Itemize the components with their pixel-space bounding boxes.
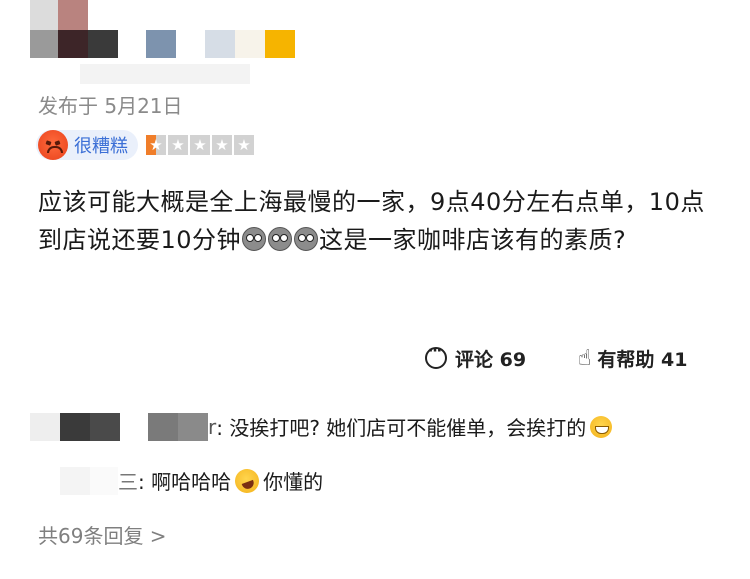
view-all-replies-link[interactable]: 共69条回复 >: [38, 520, 167, 549]
reply-text: : 没挨打吧? 她们店可不能催单，会挨打的: [216, 416, 587, 440]
reply-item[interactable]: 三 : 啊哈哈哈 你懂的: [0, 465, 324, 496]
blurred-username-fade: [80, 64, 250, 84]
angry-face-icon: [38, 130, 68, 160]
rating-row: 很糟糕 ★ ★ ★ ★ ★: [36, 128, 254, 162]
shocked-face-emoji-icon: [268, 227, 293, 251]
shocked-face-emoji-icon: [242, 227, 267, 251]
helpful-button[interactable]: ☝ 有帮助 41: [578, 343, 687, 373]
rating-badge: 很糟糕: [36, 130, 138, 160]
reply-author-suffix: r: [208, 414, 217, 439]
comment-count: 评论 69: [455, 348, 527, 371]
reply-text: : 啊哈哈哈: [138, 470, 232, 494]
review-body: 应该可能大概是全上海最慢的一家，9点40分左右点单，10点到店说还要10分钟 这是…: [38, 183, 718, 259]
rating-label: 很糟糕: [74, 136, 128, 157]
helpful-count: 有帮助 41: [597, 348, 688, 371]
thumbs-up-hand-icon: ☝: [578, 345, 592, 371]
reply-item[interactable]: r : 没挨打吧? 她们店可不能催单，会挨打的: [0, 412, 613, 441]
blurred-avatar[interactable]: [30, 0, 295, 60]
star-icon-empty: ★: [212, 135, 232, 155]
publish-date: 发布于 5月21日: [38, 94, 183, 118]
shocked-face-emoji-icon: [294, 227, 319, 251]
star-icon-empty: ★: [190, 135, 210, 155]
comment-button[interactable]: 评论 69: [425, 343, 526, 373]
star-icon-empty: ★: [234, 135, 254, 155]
reply-author-suffix: 三: [118, 470, 138, 494]
grinning-sweat-emoji-icon: [590, 415, 613, 438]
star-icon-half: ★: [146, 135, 166, 155]
star-rating: ★ ★ ★ ★ ★: [146, 135, 254, 155]
star-icon-empty: ★: [168, 135, 188, 155]
blurred-reply-author[interactable]: [30, 412, 208, 441]
reply-text-after: 你懂的: [263, 470, 324, 494]
comment-bubble-icon: [425, 343, 447, 369]
review-text-part-2: 这是一家咖啡店该有的素质?: [319, 226, 627, 254]
blurred-reply-author[interactable]: [60, 466, 118, 495]
rolling-laughing-emoji-icon: [231, 465, 263, 496]
